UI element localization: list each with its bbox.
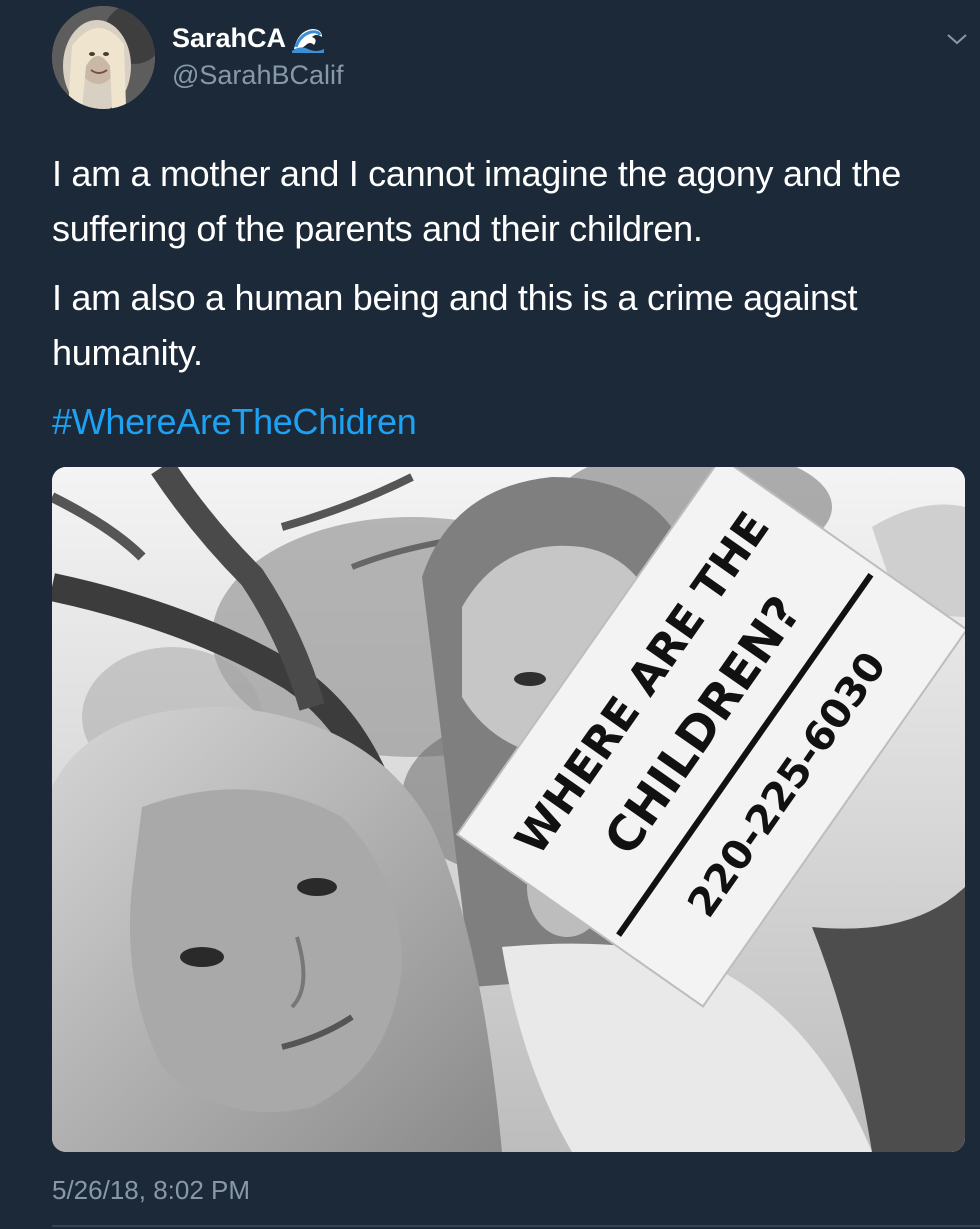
tweet-photo[interactable]: WHERE ARE THE CHILDREN? 220-225-6030 bbox=[52, 467, 965, 1152]
author-info: SarahCA @SarahBCalif bbox=[172, 20, 343, 92]
tweet-card: SarahCA @SarahBCalif I am a mother and I… bbox=[0, 0, 980, 1229]
wave-emoji-icon bbox=[292, 23, 325, 53]
display-name-row[interactable]: SarahCA bbox=[172, 20, 343, 56]
avatar[interactable] bbox=[52, 6, 155, 109]
avatar-image bbox=[52, 6, 155, 109]
timestamp[interactable]: 5/26/18, 8:02 PM bbox=[52, 1172, 250, 1208]
tweet-paragraph: I am also a human being and this is a cr… bbox=[52, 277, 858, 373]
tweet-text: I am a mother and I cannot imagine the a… bbox=[52, 146, 952, 449]
tweet-paragraph: I am a mother and I cannot imagine the a… bbox=[52, 153, 901, 249]
chevron-down-icon[interactable] bbox=[946, 32, 968, 46]
divider bbox=[52, 1225, 980, 1227]
display-name[interactable]: SarahCA bbox=[172, 20, 286, 56]
hashtag-link[interactable]: #WhereAreTheChidren bbox=[52, 394, 952, 449]
handle[interactable]: @SarahBCalif bbox=[172, 58, 343, 92]
